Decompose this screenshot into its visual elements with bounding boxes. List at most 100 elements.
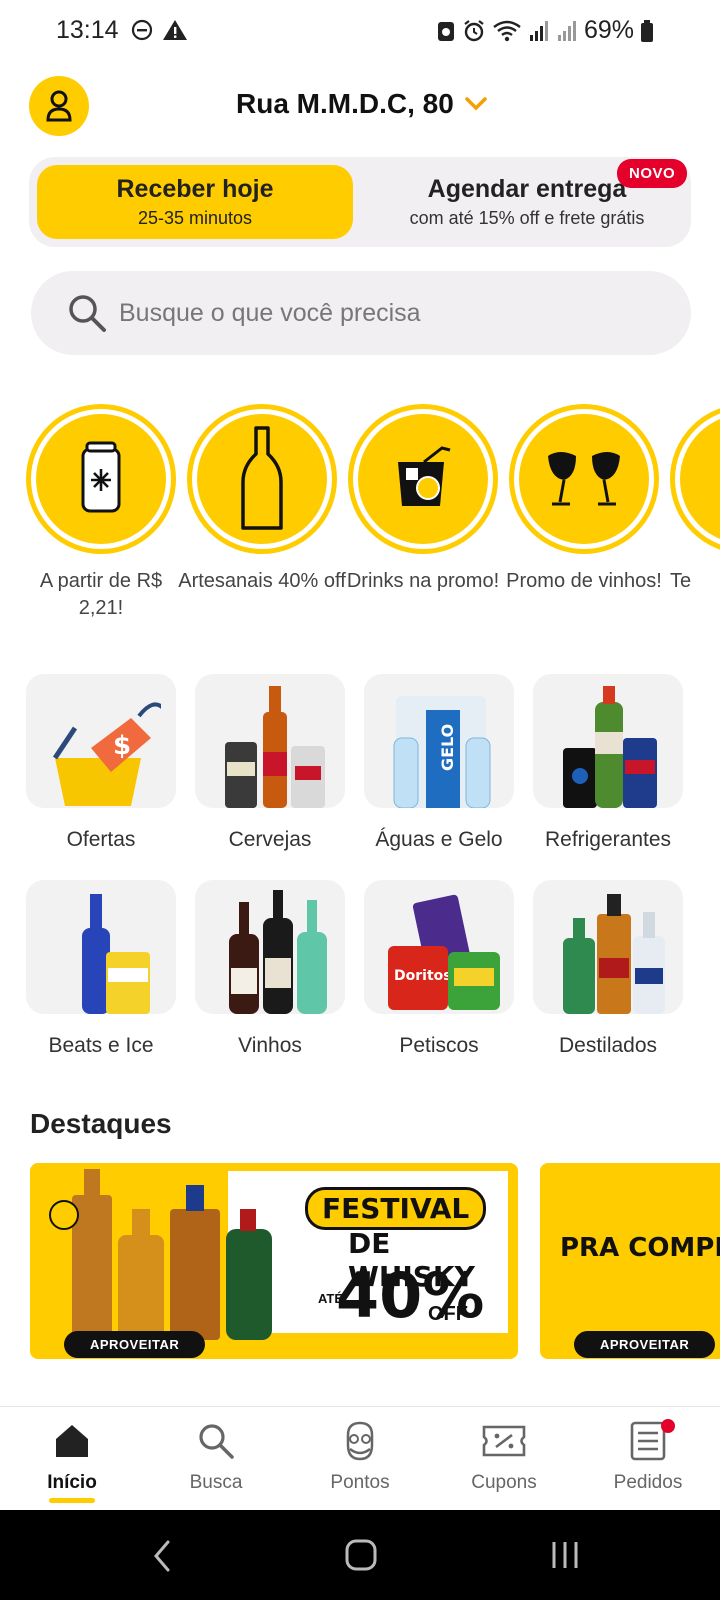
- svg-text:$: $: [113, 731, 131, 761]
- category-image: [533, 880, 683, 1014]
- category-beats-ice[interactable]: Beats e Ice: [26, 880, 176, 1058]
- soda-products-icon: [563, 686, 657, 808]
- promo-circle: [26, 404, 176, 554]
- nav-label: Pontos: [330, 1472, 390, 1493]
- chevron-down-icon: [465, 97, 487, 111]
- user-icon: [46, 90, 72, 122]
- nav-label: Pedidos: [613, 1472, 683, 1493]
- address-selector[interactable]: Rua M.M.D.C, 80: [236, 88, 488, 120]
- nav-label: Início: [47, 1472, 97, 1493]
- beats-ice-icon: [82, 894, 150, 1014]
- promo-item[interactable]: Artesanais 40% off: [178, 404, 346, 595]
- beer-products-icon: [225, 686, 325, 808]
- nav-active-indicator: [49, 1498, 95, 1503]
- nav-pontos[interactable]: Pontos: [300, 1421, 420, 1494]
- category-ofertas[interactable]: $ Ofertas: [26, 674, 176, 852]
- receive-today-title: Receber hoje: [116, 175, 274, 203]
- category-label: Cervejas: [228, 828, 312, 851]
- banner-cta-button[interactable]: APROVEITAR: [64, 1331, 206, 1358]
- wifi-icon: [493, 20, 521, 41]
- promo-circle: [187, 404, 337, 554]
- banner-background: FESTIVAL DE WHISKY ATÉ 40% OFF: [30, 1163, 518, 1359]
- svg-text:GELO: GELO: [438, 724, 457, 771]
- schedule-delivery-subtitle: com até 15% off e frete grátis: [409, 208, 645, 228]
- category-petiscos[interactable]: Doritos Petiscos: [364, 880, 514, 1058]
- category-image: [195, 880, 345, 1014]
- promo-item[interactable]: Drinks na promo!: [347, 404, 499, 595]
- nav-inicio[interactable]: Início: [12, 1421, 132, 1503]
- search-icon: [69, 295, 106, 332]
- category-label: Refrigerantes: [544, 828, 672, 851]
- address-text: Rua M.M.D.C, 80: [236, 88, 454, 119]
- bottle-icon: [241, 426, 283, 530]
- wine-bottles-icon: [229, 890, 327, 1014]
- category-label: Vinhos: [238, 1034, 302, 1057]
- category-destilados[interactable]: Destilados: [533, 880, 683, 1058]
- whisky-bottles-image: [49, 1169, 272, 1340]
- nav-pedidos[interactable]: Pedidos: [588, 1419, 708, 1494]
- category-vinhos[interactable]: Vinhos: [195, 880, 345, 1058]
- coupon-icon: [482, 1425, 526, 1457]
- category-image: [533, 674, 683, 808]
- signal-icon: [529, 20, 548, 41]
- delivery-mode-toggle: Receber hoje 25-35 minutos Agendar entre…: [29, 157, 691, 247]
- status-right-icons: 69%: [436, 16, 654, 45]
- alarm-icon: [464, 19, 484, 41]
- promo-circle: [670, 404, 720, 554]
- receive-today-option[interactable]: Receber hoje 25-35 minutos: [37, 165, 353, 239]
- spirits-icon: [563, 894, 665, 1014]
- status-left-icons: [130, 18, 188, 42]
- category-image: [195, 674, 345, 808]
- promo-item[interactable]: Promo de vinhos!: [506, 404, 662, 595]
- promo-circle: [348, 404, 498, 554]
- category-image: $: [26, 674, 176, 808]
- nav-label: Cupons: [471, 1472, 537, 1493]
- promo-item[interactable]: A partir de R$ 2,21!: [26, 404, 176, 622]
- banner-adega-text: PRA COMPLETAR SUA ADEGA!: [560, 1233, 720, 1263]
- nav-busca[interactable]: Busca: [156, 1421, 276, 1494]
- category-refrigerantes[interactable]: Refrigerantes: [533, 674, 683, 852]
- promo-label: Te: [670, 570, 692, 592]
- nav-label: Busca: [189, 1472, 243, 1493]
- category-label: Destilados: [558, 1034, 658, 1057]
- nav-cupons[interactable]: Cupons: [444, 1421, 564, 1494]
- category-image: GELO: [364, 674, 514, 808]
- svg-text:Doritos: Doritos: [394, 968, 452, 984]
- do-not-disturb-icon: [131, 19, 153, 41]
- receive-today-eta: 25-35 minutos: [137, 208, 253, 228]
- promo-label: Artesanais 40% off: [178, 570, 346, 592]
- offers-basket-icon: $: [52, 702, 161, 806]
- back-icon[interactable]: [148, 1538, 178, 1574]
- promo-circle: [509, 404, 659, 554]
- category-aguas-gelo[interactable]: GELO Águas e Gelo: [364, 674, 514, 852]
- battery-icon: [641, 19, 653, 42]
- home-icon: [56, 1425, 88, 1457]
- recents-icon[interactable]: [548, 1538, 582, 1572]
- wine-glasses-icon: [548, 452, 620, 506]
- banner-off-text: OFF: [428, 1303, 468, 1325]
- system-navigation-bar: [0, 1510, 720, 1600]
- profile-avatar-button[interactable]: [29, 76, 89, 136]
- home-button-icon[interactable]: [344, 1538, 378, 1572]
- promo-label: Drinks na promo!: [346, 570, 500, 592]
- promo-label: Promo de vinhos!: [506, 570, 662, 592]
- category-label: Águas e Gelo: [375, 828, 503, 851]
- banner-adega[interactable]: PRA COMPLETAR SUA ADEGA! APROVEITAR: [540, 1163, 720, 1359]
- warning-icon: [163, 20, 187, 40]
- water-ice-icon: GELO: [393, 696, 491, 808]
- signal-2-icon: [557, 20, 576, 41]
- sim-alert-icon: [437, 21, 454, 41]
- promo-label: A partir de R$ 2,21!: [39, 570, 163, 619]
- search-bar[interactable]: [31, 271, 691, 355]
- highlights-title: Destaques: [30, 1108, 172, 1139]
- category-label: Beats e Ice: [48, 1034, 154, 1057]
- banner-cta-button[interactable]: APROVEITAR: [574, 1331, 716, 1358]
- search-input[interactable]: [119, 298, 639, 328]
- category-image: Doritos: [364, 880, 514, 1014]
- category-label: Petiscos: [399, 1034, 479, 1057]
- promo-carousel[interactable]: A partir de R$ 2,21! Artesanais 40% off …: [26, 404, 720, 624]
- promo-item[interactable]: Te: [670, 404, 720, 595]
- category-cervejas[interactable]: Cervejas: [195, 674, 345, 852]
- can-icon: [81, 441, 121, 513]
- banner-festival-whisky[interactable]: FESTIVAL DE WHISKY ATÉ 40% OFF APROVEITA…: [30, 1163, 518, 1359]
